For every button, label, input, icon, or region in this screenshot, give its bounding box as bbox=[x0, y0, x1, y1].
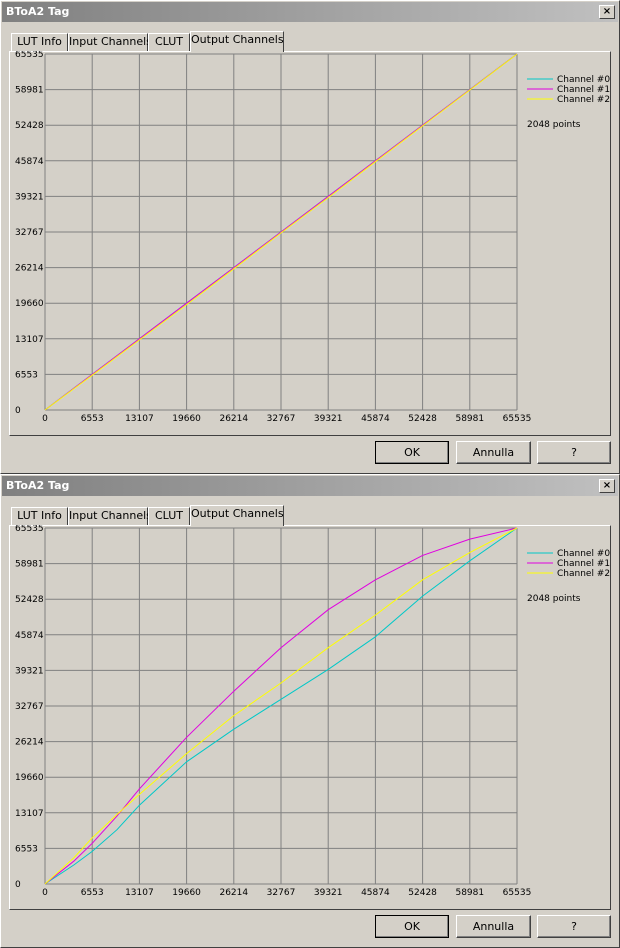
x-tick-label: 26214 bbox=[219, 888, 248, 898]
close-button[interactable]: × bbox=[599, 479, 615, 493]
x-tick-label: 13107 bbox=[125, 414, 154, 424]
y-tick-label: 39321 bbox=[15, 192, 44, 202]
x-tick-label: 52428 bbox=[408, 414, 437, 424]
x-tick-label: 58981 bbox=[455, 888, 484, 898]
output-channels-chart: 0 6553 13107 19660 26214 32767 39321 45874 52428… bbox=[15, 51, 610, 424]
y-tick-label: 32767 bbox=[15, 228, 44, 238]
y-tick-label: 0 bbox=[15, 880, 21, 890]
legend-label: Channel #2 bbox=[557, 95, 610, 105]
y-tick-label: 6553 bbox=[15, 370, 38, 380]
y-tick-label: 26214 bbox=[15, 264, 44, 274]
x-tick-label: 6553 bbox=[81, 414, 104, 424]
ok-button[interactable]: OK bbox=[375, 441, 449, 464]
help-button[interactable]: ? bbox=[537, 915, 611, 938]
x-tick-label: 0 bbox=[42, 888, 48, 898]
y-tick-label: 6553 bbox=[15, 844, 38, 854]
tab-clut[interactable]: CLUT bbox=[148, 507, 190, 525]
y-tick-label: 13107 bbox=[15, 335, 44, 345]
y-tick-label: 65535 bbox=[15, 51, 44, 60]
x-tick-label: 32767 bbox=[267, 888, 296, 898]
x-tick-label: 39321 bbox=[314, 414, 343, 424]
legend-label: Channel #0 bbox=[557, 75, 610, 85]
y-tick-label: 19660 bbox=[15, 773, 44, 783]
tab-input-channels[interactable]: Input Channels bbox=[68, 507, 152, 525]
tab-clut[interactable]: CLUT bbox=[148, 33, 190, 51]
close-button[interactable]: × bbox=[599, 5, 615, 19]
x-tick-label: 65535 bbox=[503, 888, 532, 898]
y-tick-label: 58981 bbox=[15, 86, 44, 96]
ok-button[interactable]: OK bbox=[375, 915, 449, 938]
x-tick-label: 52428 bbox=[408, 888, 437, 898]
x-tick-label: 26214 bbox=[219, 414, 248, 424]
title-bar[interactable]: BToA2 Tag × bbox=[2, 2, 618, 22]
x-tick-label: 6553 bbox=[81, 888, 104, 898]
x-tick-label: 45874 bbox=[361, 414, 390, 424]
tab-lut-info[interactable]: LUT Info bbox=[11, 33, 68, 51]
y-tick-label: 45874 bbox=[15, 631, 44, 641]
tab-input-channels[interactable]: Input Channels bbox=[68, 33, 152, 51]
y-tick-label: 52428 bbox=[15, 595, 44, 605]
legend-label: Channel #1 bbox=[557, 85, 610, 95]
output-channels-chart: 0 6553 13107 19660 26214 32767 39321 45874 52428… bbox=[15, 525, 610, 898]
dialog-window: BToA2 Tag × LUT Info Input Channels CLUT… bbox=[0, 0, 620, 474]
points-count-label: 2048 points bbox=[527, 120, 581, 130]
x-tick-label: 58981 bbox=[455, 414, 484, 424]
y-tick-label: 52428 bbox=[15, 121, 44, 131]
cancel-button[interactable]: Annulla bbox=[456, 441, 531, 464]
title-bar[interactable]: BToA2 Tag × bbox=[2, 476, 618, 496]
y-tick-label: 32767 bbox=[15, 702, 44, 712]
tab-lut-info[interactable]: LUT Info bbox=[11, 507, 68, 525]
legend-label: Channel #1 bbox=[557, 559, 610, 569]
y-tick-label: 0 bbox=[15, 406, 21, 416]
y-tick-label: 26214 bbox=[15, 738, 44, 748]
x-tick-label: 32767 bbox=[267, 414, 296, 424]
y-tick-label: 45874 bbox=[15, 157, 44, 167]
x-tick-label: 65535 bbox=[503, 414, 532, 424]
x-tick-label: 45874 bbox=[361, 888, 390, 898]
help-button[interactable]: ? bbox=[537, 441, 611, 464]
dialog-window: BToA2 Tag × LUT Info Input Channels CLUT… bbox=[0, 474, 620, 948]
legend-label: Channel #2 bbox=[557, 569, 610, 579]
y-tick-label: 58981 bbox=[15, 560, 44, 570]
legend-label: Channel #0 bbox=[557, 549, 610, 559]
y-tick-label: 39321 bbox=[15, 666, 44, 676]
x-tick-label: 39321 bbox=[314, 888, 343, 898]
x-tick-label: 19660 bbox=[172, 888, 201, 898]
y-tick-label: 19660 bbox=[15, 299, 44, 309]
x-tick-label: 19660 bbox=[172, 414, 201, 424]
y-tick-label: 13107 bbox=[15, 809, 44, 819]
tab-output-channels[interactable]: Output Channels bbox=[190, 505, 284, 526]
tab-output-channels[interactable]: Output Channels bbox=[190, 31, 284, 52]
points-count-label: 2048 points bbox=[527, 594, 581, 604]
x-tick-label: 0 bbox=[42, 414, 48, 424]
cancel-button[interactable]: Annulla bbox=[456, 915, 531, 938]
window-title: BToA2 Tag bbox=[6, 5, 70, 18]
y-tick-label: 65535 bbox=[15, 525, 44, 534]
window-title: BToA2 Tag bbox=[6, 479, 70, 492]
x-tick-label: 13107 bbox=[125, 888, 154, 898]
